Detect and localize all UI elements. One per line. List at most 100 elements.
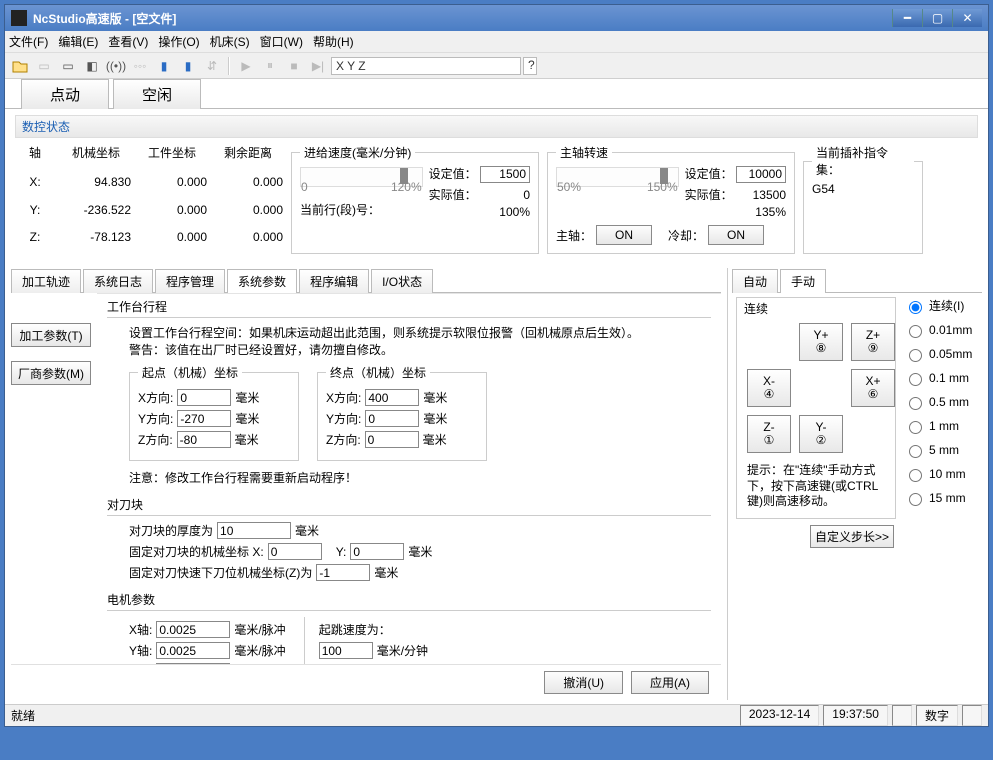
tab-syslog[interactable]: 系统日志 (83, 269, 153, 293)
param-scroll[interactable]: 工作台行程 设置工作台行程空间：如果机床运动超出此范围，则系统提示软限位报警（回… (97, 293, 721, 664)
travel-desc2: 警告：该值在出厂时已经设置好，请勿擅自修改。 (129, 341, 711, 358)
ax-z: Z: (15, 230, 55, 254)
menu-machine[interactable]: 机床(S) (210, 33, 250, 50)
radio-05[interactable]: 0.5 mm (904, 394, 972, 410)
end-fieldset: 终点（机械）坐标 X方向:毫米 Y方向:毫米 Z方向:毫米 (317, 364, 487, 461)
cool-on-button[interactable]: ON (708, 225, 764, 245)
ey-u: 毫米 (423, 410, 447, 427)
tool-icon-2[interactable]: ▭ (33, 56, 55, 76)
tab-trace[interactable]: 加工轨迹 (11, 269, 81, 293)
y-mach: -236.522 (61, 203, 131, 227)
tool-icon-5[interactable]: ((•)) (105, 56, 127, 76)
x-mach: 94.830 (61, 175, 131, 199)
travel-note: 注意：修改工作台行程需要重新启动程序！ (129, 469, 711, 486)
tab-io[interactable]: I/O状态 (371, 269, 433, 293)
apply-button[interactable]: 应用(A) (631, 671, 709, 694)
radio-1[interactable]: 1 mm (904, 418, 972, 434)
travel-head: 工作台行程 (107, 298, 711, 318)
fix-x-input[interactable] (268, 543, 322, 560)
tab-manual[interactable]: 手动 (780, 269, 826, 293)
sp-set-val[interactable]: 10000 (736, 166, 786, 183)
sz-input[interactable] (177, 431, 231, 448)
status-numlock: 数字 (916, 705, 958, 726)
start-speed-input[interactable] (319, 642, 373, 659)
radio-005[interactable]: 0.05mm (904, 346, 972, 362)
coord-grid: 轴 机械坐标 工件坐标 剩余距离 X:94.8300.0000.000 Y:-2… (15, 144, 283, 254)
menu-operate[interactable]: 操作(O) (158, 33, 199, 50)
vendor-param-button[interactable]: 厂商参数(M) (11, 361, 91, 385)
pad-xminus[interactable]: X- ④ (747, 369, 791, 407)
mx-input[interactable] (156, 621, 230, 638)
spindle-fieldset: 主轴转速 50%150% 设定值： 10000 实际值： 13500 135% … (547, 144, 795, 254)
pad-zminus[interactable]: Z- ① (747, 415, 791, 453)
ex-input[interactable] (365, 389, 419, 406)
radio-5[interactable]: 5 mm (904, 442, 972, 458)
tab-sysparam[interactable]: 系统参数 (227, 269, 297, 293)
ey-input[interactable] (365, 410, 419, 427)
zfast-input[interactable] (316, 564, 370, 581)
tool-icon-4[interactable]: ◧ (81, 56, 103, 76)
feed-pct: 100% (429, 205, 530, 219)
tool-icon-6[interactable]: ◦◦◦ (129, 56, 151, 76)
tool-icon-3[interactable]: ▭ (57, 56, 79, 76)
ez-u: 毫米 (423, 431, 447, 448)
x-work: 0.000 (137, 175, 207, 199)
tab-jog[interactable]: 点动 (21, 79, 109, 109)
open-icon[interactable] (9, 56, 31, 76)
undo-button[interactable]: 撤消(U) (544, 671, 623, 694)
fix-y-input[interactable] (350, 543, 404, 560)
radio-01[interactable]: 0.1 mm (904, 370, 972, 386)
play-icon[interactable]: ▶ (235, 56, 257, 76)
maximize-button[interactable]: ▢ (922, 9, 952, 27)
z-rem: 0.000 (213, 230, 283, 254)
menu-help[interactable]: 帮助(H) (313, 33, 354, 50)
my-u: 毫米/脉冲 (234, 642, 285, 659)
radio-001[interactable]: 0.01mm (904, 322, 972, 338)
my-input[interactable] (156, 642, 230, 659)
ez-input[interactable] (365, 431, 419, 448)
pad-zplus[interactable]: Z+ ⑨ (851, 323, 895, 361)
status-ready: 就绪 (11, 707, 35, 724)
tab-auto[interactable]: 自动 (732, 269, 778, 293)
radio-10[interactable]: 10 mm (904, 466, 972, 482)
radio-cont[interactable]: 连续(I) (904, 297, 972, 314)
status-panel: 数控状态 轴 机械坐标 工件坐标 剩余距离 X:94.8300.0000.000… (5, 109, 988, 264)
sx-u: 毫米 (235, 389, 259, 406)
menubar: 文件(F) 编辑(E) 查看(V) 操作(O) 机床(S) 窗口(W) 帮助(H… (5, 31, 988, 53)
ex-lbl: X方向: (326, 389, 361, 406)
menu-window[interactable]: 窗口(W) (260, 33, 303, 50)
feed-legend: 进给速度(毫米/分钟) (300, 144, 415, 161)
custom-step-button[interactable]: 自定义步长>> (810, 525, 894, 548)
menu-view[interactable]: 查看(V) (108, 33, 148, 50)
tab-idle[interactable]: 空闲 (113, 79, 201, 109)
minimize-button[interactable]: ━ (892, 9, 922, 27)
radio-15[interactable]: 15 mm (904, 490, 972, 506)
tool-icon-8[interactable]: ▮ (177, 56, 199, 76)
sx-input[interactable] (177, 389, 231, 406)
step-icon[interactable]: ▶| (307, 56, 329, 76)
sy-input[interactable] (177, 410, 231, 427)
thick-input[interactable] (217, 522, 291, 539)
pad-xplus[interactable]: X+ ⑥ (851, 369, 895, 407)
tool-icon-7[interactable]: ▮ (153, 56, 175, 76)
menu-file[interactable]: 文件(F) (9, 33, 48, 50)
stop-icon[interactable]: ■ (283, 56, 305, 76)
sx-lbl: X方向: (138, 389, 173, 406)
proc-param-button[interactable]: 加工参数(T) (11, 323, 91, 347)
tab-progmgr[interactable]: 程序管理 (155, 269, 225, 293)
tab-progedit[interactable]: 程序编辑 (299, 269, 369, 293)
feed-set-val[interactable]: 1500 (480, 166, 530, 183)
tool-icon-9[interactable]: ⇵ (201, 56, 223, 76)
tool-tail-input[interactable]: ? (523, 57, 537, 75)
titlebar[interactable]: NcStudio高速版 - [空文件] ━ ▢ ✕ (5, 5, 988, 31)
sy-u: 毫米 (235, 410, 259, 427)
pause-icon[interactable]: ⏸ (259, 56, 281, 76)
axis-readout[interactable]: X Y Z (331, 57, 521, 75)
close-button[interactable]: ✕ (952, 9, 982, 27)
pad-yplus[interactable]: Y+ ⑧ (799, 323, 843, 361)
feed-slider[interactable]: 0120% (300, 167, 423, 187)
menu-edit[interactable]: 编辑(E) (58, 33, 98, 50)
spindle-slider[interactable]: 50%150% (556, 167, 679, 187)
spindle-on-button[interactable]: ON (596, 225, 652, 245)
pad-yminus[interactable]: Y- ② (799, 415, 843, 453)
